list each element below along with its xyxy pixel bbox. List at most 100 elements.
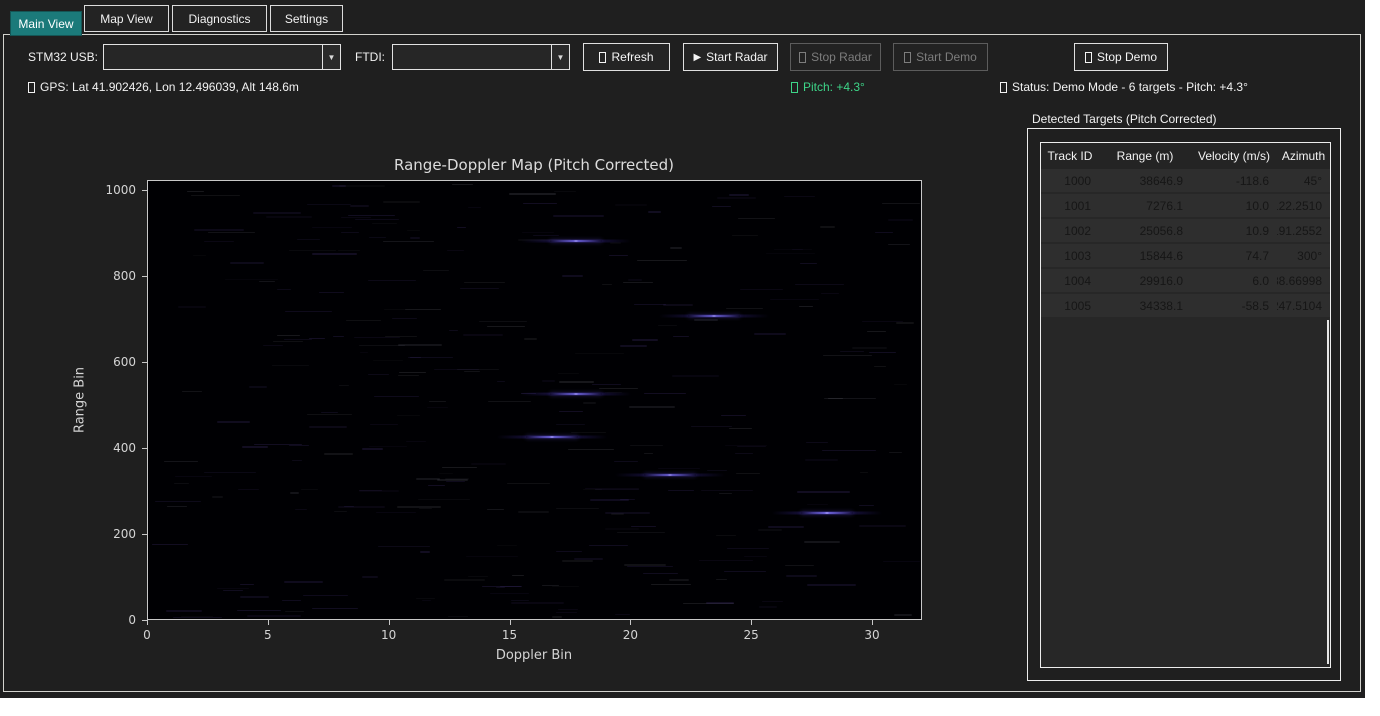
table-cell: 6.0 — [1191, 269, 1277, 292]
start-radar-button-label: Start Radar — [706, 50, 767, 64]
x-tick-label: 0 — [143, 628, 151, 642]
noise-smudge — [556, 551, 582, 552]
noise-smudge — [869, 352, 897, 353]
noise-smudge — [460, 288, 499, 289]
noise-smudge — [721, 415, 746, 416]
noise-smudge — [862, 321, 903, 322]
noise-smudge — [888, 244, 910, 245]
noise-smudge — [468, 207, 481, 208]
y-tick-mark — [142, 620, 147, 621]
noise-smudge — [552, 586, 579, 587]
noise-smudge — [341, 217, 371, 218]
noise-smudge — [889, 452, 901, 453]
ftdi-port-select[interactable]: ▼ — [392, 44, 570, 70]
noise-smudge — [466, 556, 518, 557]
noise-smudge — [174, 483, 188, 484]
noise-smudge — [339, 385, 349, 386]
noise-smudge — [277, 289, 291, 290]
noise-smudge — [651, 584, 691, 585]
column-header-velocity-m-s-[interactable]: Velocity (m/s) — [1191, 143, 1277, 169]
noise-smudge — [429, 401, 445, 402]
table-row[interactable]: 100315844.674.7300° — [1041, 244, 1330, 267]
column-header-range-m-[interactable]: Range (m) — [1099, 143, 1191, 169]
noise-smudge — [629, 406, 675, 408]
stm32-port-select[interactable]: ▼ — [103, 44, 341, 70]
noise-smudge — [439, 473, 454, 474]
missing-glyph-icon — [1000, 82, 1007, 93]
noise-smudge — [247, 615, 301, 617]
chevron-down-icon[interactable]: ▼ — [551, 45, 569, 69]
noise-smudge — [398, 344, 442, 346]
noise-smudge — [422, 600, 432, 601]
x-axis-label: Doppler Bin — [496, 648, 572, 663]
noise-smudge — [178, 306, 206, 308]
noise-smudge — [240, 584, 254, 585]
y-tick-mark — [142, 534, 147, 535]
column-header-azimuth[interactable]: Azimuth — [1277, 143, 1330, 169]
noise-smudge — [204, 472, 256, 473]
noise-smudge — [821, 293, 839, 294]
noise-smudge — [319, 292, 344, 293]
noise-smudge — [405, 309, 441, 310]
noise-smudge — [383, 241, 434, 242]
x-tick-label: 25 — [744, 628, 759, 642]
noise-smudge — [602, 284, 612, 285]
stop-demo-button[interactable]: Stop Demo — [1074, 43, 1168, 71]
table-row[interactable]: 10017276.110.0122.2510 — [1041, 194, 1330, 217]
noise-smudge — [223, 590, 243, 591]
noise-smudge — [694, 319, 718, 321]
noise-smudge — [312, 253, 358, 255]
table-row[interactable]: 100429916.06.088.66998 — [1041, 269, 1330, 292]
missing-glyph-icon — [28, 82, 35, 93]
noise-smudge — [217, 421, 249, 423]
noise-smudge — [204, 241, 234, 242]
noise-smudge — [468, 576, 488, 577]
tab-settings[interactable]: Settings — [270, 5, 343, 32]
noise-smudge — [605, 528, 639, 530]
noise-smudge — [420, 551, 430, 553]
noise-smudge — [355, 219, 399, 220]
table-row[interactable]: 100038646.9-118.645° — [1041, 169, 1330, 192]
chevron-down-icon[interactable]: ▼ — [322, 45, 340, 69]
noise-smudge — [592, 384, 622, 385]
x-tick-mark — [751, 620, 752, 625]
tab-diagnostics[interactable]: Diagnostics — [172, 5, 267, 32]
noise-smudge — [559, 411, 582, 412]
noise-smudge — [369, 446, 407, 447]
y-tick-label: 400 — [113, 441, 136, 455]
noise-smudge — [552, 616, 562, 618]
targets-table[interactable]: Track IDRange (m)Velocity (m/s)Azimuth10… — [1040, 142, 1331, 668]
start-radar-button[interactable]: ▶Start Radar — [683, 43, 778, 71]
refresh-button[interactable]: Refresh — [583, 43, 670, 71]
target-streak — [526, 436, 578, 438]
table-row[interactable]: 100225056.810.9191.2552 — [1041, 219, 1330, 242]
noise-smudge — [360, 352, 368, 353]
mode-status: Status: Demo Mode - 6 targets - Pitch: +… — [1000, 80, 1248, 94]
noise-smudge — [888, 219, 913, 221]
noise-smudge — [479, 321, 526, 322]
noise-smudge — [307, 204, 351, 205]
noise-smudge — [181, 616, 212, 617]
noise-smudge — [309, 426, 347, 428]
noise-smudge — [556, 508, 599, 509]
tab-main-view[interactable]: Main View — [10, 11, 82, 36]
x-tick-mark — [389, 620, 390, 625]
column-header-track-id[interactable]: Track ID — [1041, 143, 1099, 169]
noise-smudge — [762, 601, 784, 602]
noise-smudge — [805, 459, 838, 461]
noise-smudge — [523, 203, 556, 204]
noise-smudge — [444, 579, 485, 581]
tab-map-view[interactable]: Map View — [84, 5, 169, 32]
x-tick-mark — [268, 620, 269, 625]
noise-smudge — [359, 490, 382, 491]
gps-status: GPS: Lat 41.902426, Lon 12.496039, Alt 1… — [28, 80, 299, 94]
table-scrollbar[interactable] — [1327, 320, 1329, 664]
y-tick-label: 200 — [113, 527, 136, 541]
table-row[interactable]: 100534338.1-58.5247.5104 — [1041, 294, 1330, 317]
noise-smudge — [663, 304, 693, 306]
noise-smudge — [643, 573, 678, 574]
range-doppler-heatmap[interactable] — [147, 180, 922, 620]
table-cell: 1003 — [1041, 244, 1099, 267]
noise-smudge — [628, 279, 642, 281]
noise-smudge — [237, 610, 282, 611]
